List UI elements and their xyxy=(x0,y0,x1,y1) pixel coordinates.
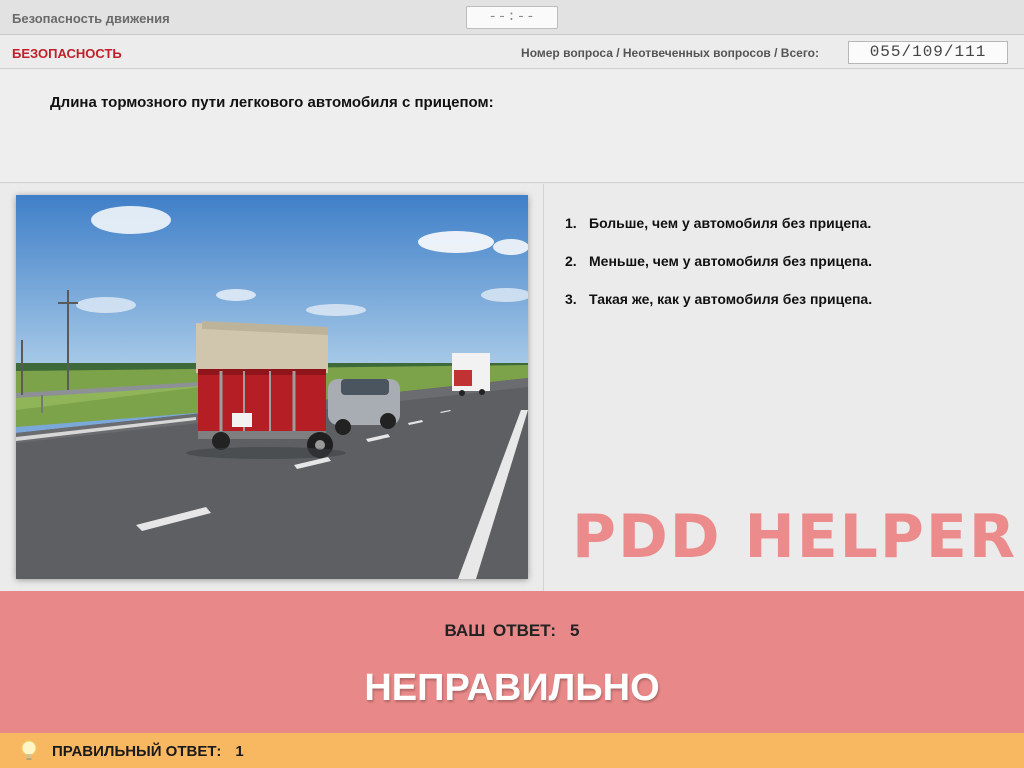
question-area: Длина тормозного пути легкового автомоби… xyxy=(0,70,1024,183)
category-label: БЕЗОПАСНОСТЬ xyxy=(12,46,122,61)
answer-list: 1. Больше, чем у автомобиля без прицепа. … xyxy=(565,214,1005,328)
answer-text: Больше, чем у автомобиля без прицепа. xyxy=(589,215,872,231)
correct-answer-label: ПРАВИЛЬНЫЙ ОТВЕТ: xyxy=(52,743,222,760)
result-panel: ВАШ ОТВЕТ: 5 НЕПРАВИЛЬНО xyxy=(0,591,1024,733)
answer-option-3[interactable]: 3. Такая же, как у автомобиля без прицепа… xyxy=(565,290,1005,328)
correct-answer-value: 1 xyxy=(235,743,244,760)
your-answer-label: ВАШ ОТВЕТ: xyxy=(444,621,557,640)
lightbulb-icon xyxy=(18,739,40,763)
question-counter: 055/109/111 xyxy=(848,41,1008,64)
answer-option-1[interactable]: 1. Больше, чем у автомобиля без прицепа. xyxy=(565,214,1005,252)
your-answer: ВАШ ОТВЕТ: 5 xyxy=(0,621,1024,641)
question-counter-label: Номер вопроса / Неотвеченных вопросов / … xyxy=(521,46,819,60)
app-title: Безопасность движения xyxy=(12,11,170,26)
info-bar: БЕЗОПАСНОСТЬ Номер вопроса / Неотвеченны… xyxy=(0,36,1024,69)
question-image xyxy=(16,195,528,579)
answer-text: Меньше, чем у автомобиля без прицепа. xyxy=(589,253,872,269)
verdict-text: НЕПРАВИЛЬНО xyxy=(364,667,660,709)
answer-number: 3. xyxy=(565,291,577,307)
question-text: Длина тормозного пути легкового автомоби… xyxy=(50,94,494,111)
answer-option-2[interactable]: 2. Меньше, чем у автомобиля без прицепа. xyxy=(565,252,1005,290)
answer-number: 1. xyxy=(565,215,577,231)
question-content: 1. Больше, чем у автомобиля без прицепа. … xyxy=(0,184,1024,591)
timer-display: --:-- xyxy=(466,6,558,29)
answer-number: 2. xyxy=(565,253,577,269)
correct-answer-bar: ПРАВИЛЬНЫЙ ОТВЕТ: 1 xyxy=(0,733,1024,768)
your-answer-value: 5 xyxy=(570,621,580,640)
answer-text: Такая же, как у автомобиля без прицепа. xyxy=(589,291,873,307)
image-panel xyxy=(0,184,544,591)
correct-answer: ПРАВИЛЬНЫЙ ОТВЕТ: 1 xyxy=(52,743,244,760)
watermark-logo: PDD HELPER xyxy=(572,502,1018,572)
title-bar: Безопасность движения --:-- xyxy=(0,0,1024,35)
